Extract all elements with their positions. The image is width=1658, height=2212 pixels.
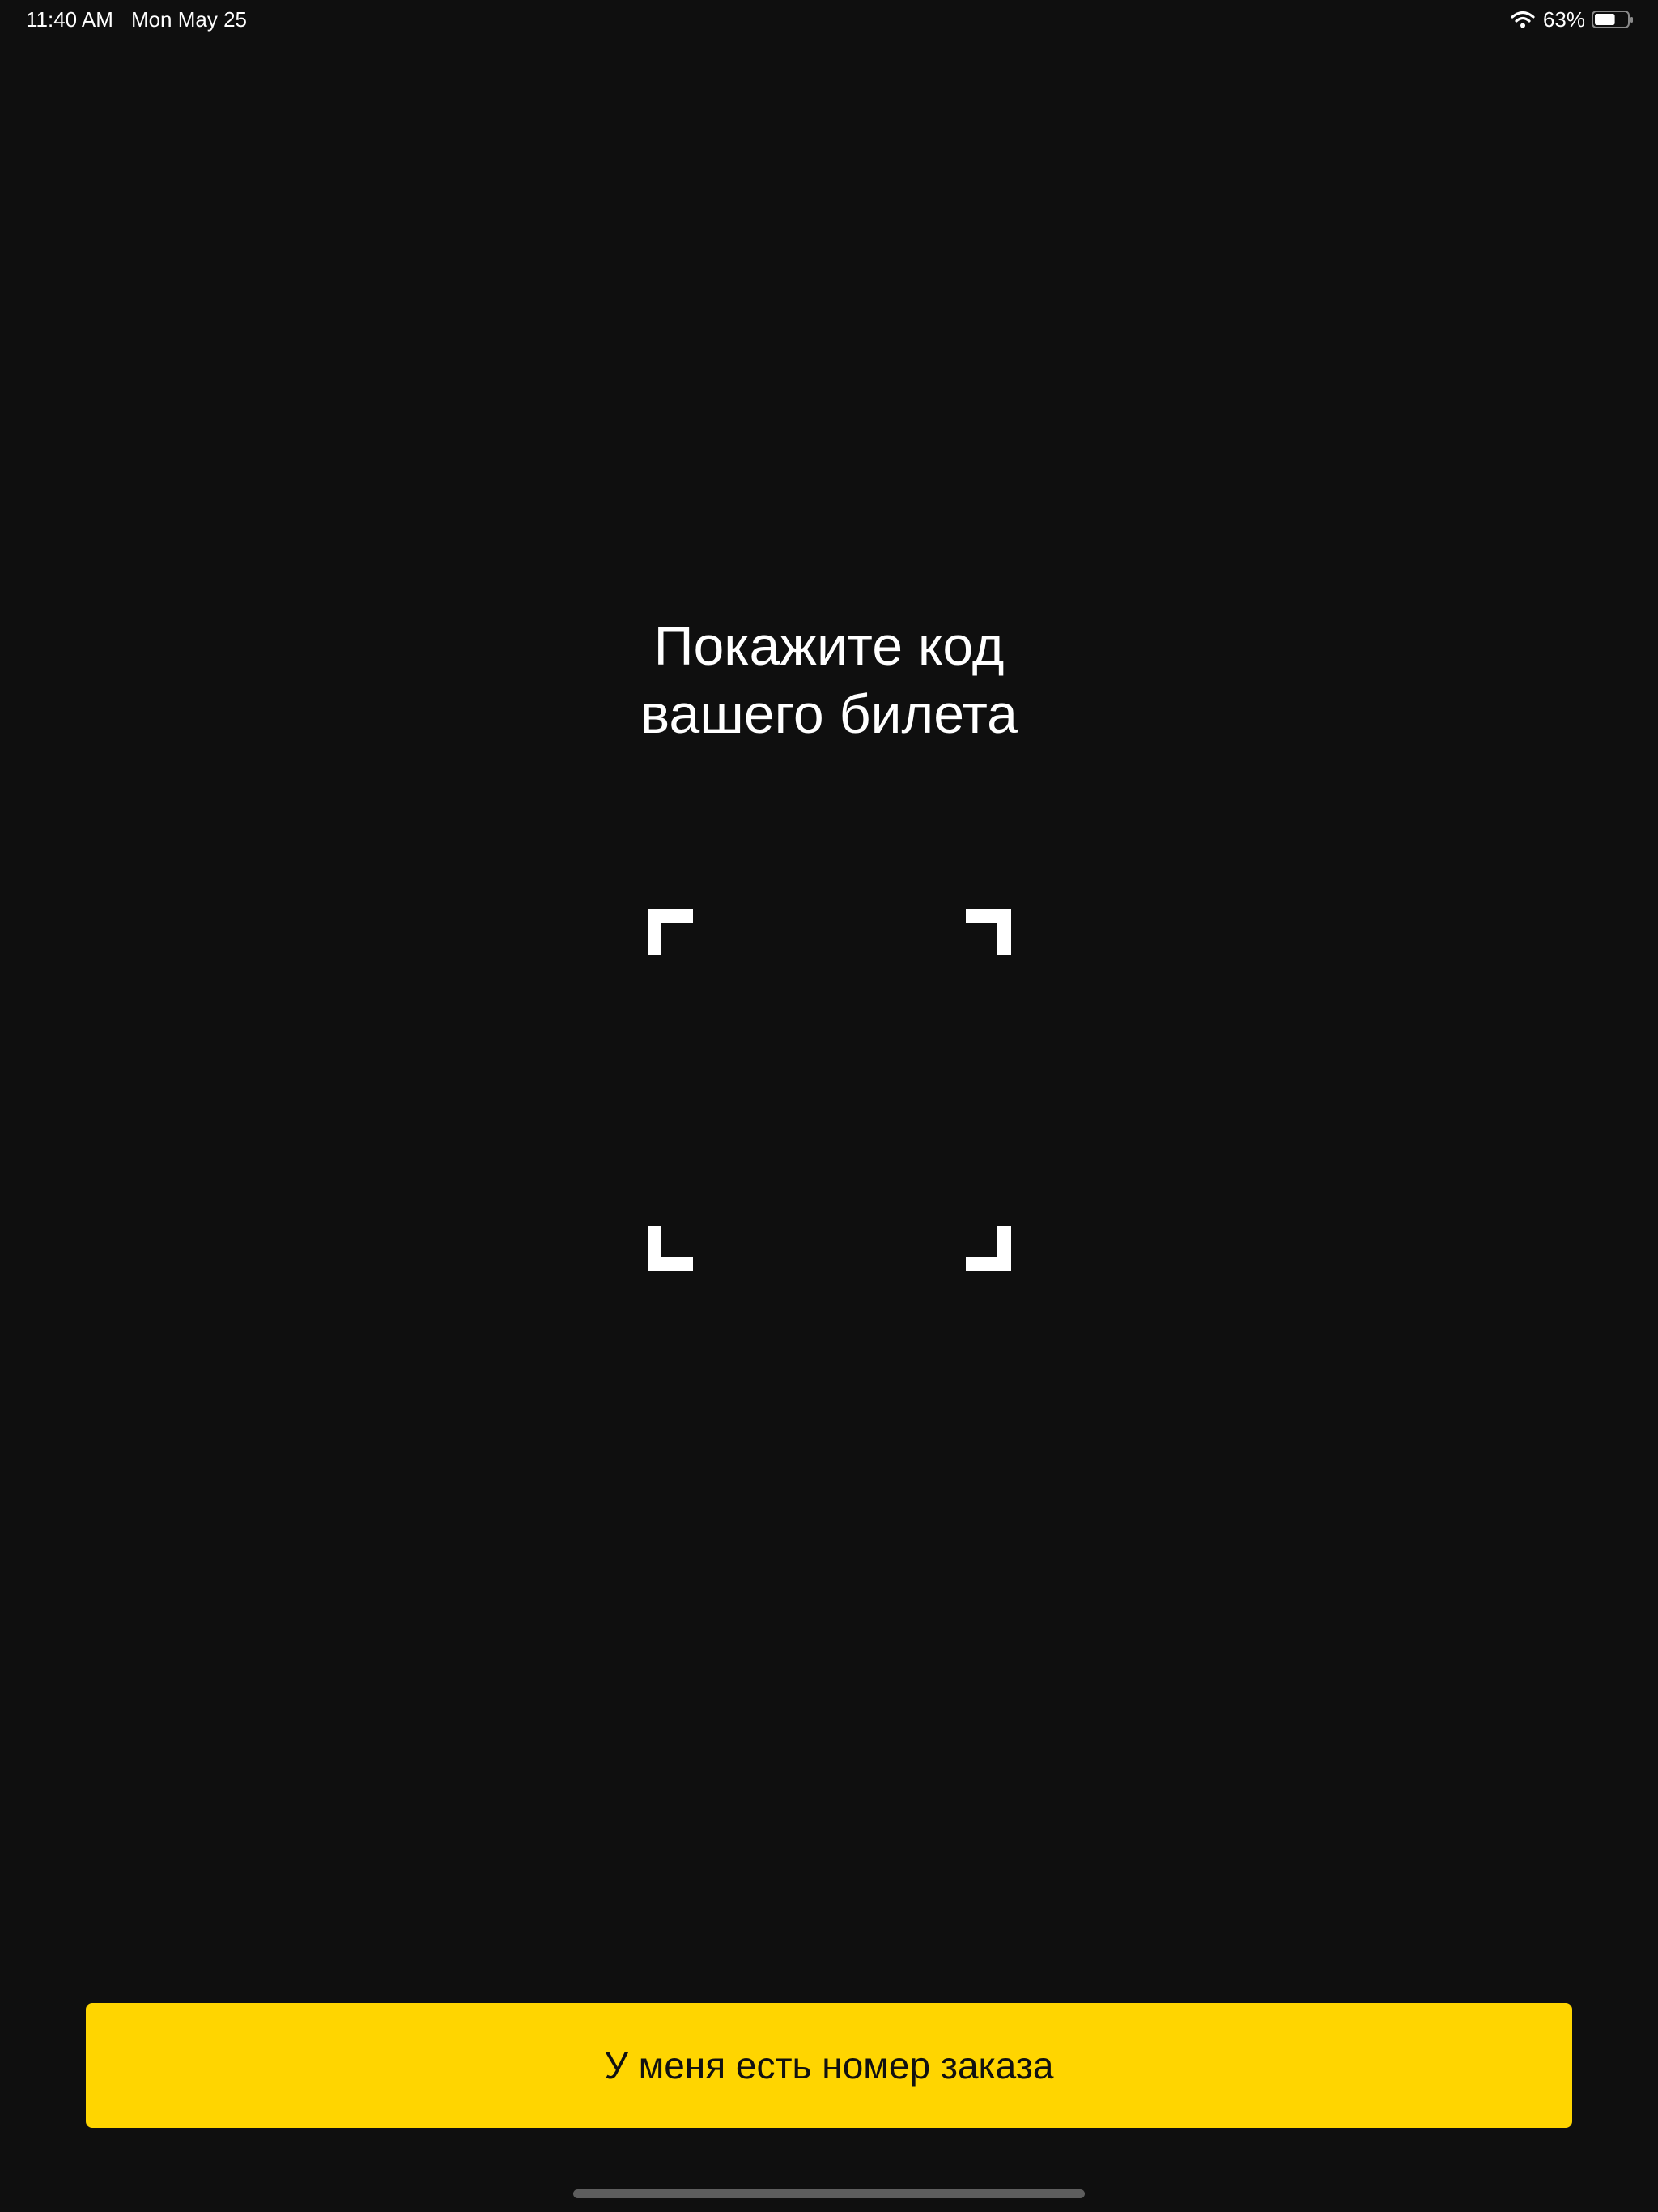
scan-corner-bottom-right [966,1226,1011,1271]
status-date: Mon May 25 [130,6,248,32]
scan-prompt: Покажите код вашего билета [0,612,1658,748]
battery-percent: 63% [1542,6,1585,32]
ticket-scan-screen: 11:40 AM Mon May 25 63% Покажите код ваш… [0,0,1658,2212]
battery-icon [1592,11,1633,28]
status-bar-right: 63% [1511,5,1634,34]
wifi-icon [1511,11,1535,28]
home-indicator[interactable] [573,2189,1085,2198]
scan-corner-bottom-left [648,1226,693,1271]
scan-prompt-line-2: вашего билета [640,683,1018,745]
order-number-button-label: У меня есть номер заказа [604,2044,1054,2087]
scan-frame-icon [648,909,1011,1271]
status-time: 11:40 AM [26,6,113,32]
order-number-button[interactable]: У меня есть номер заказа [86,2003,1572,2128]
status-bar-left: 11:40 AM Mon May 25 [26,5,247,34]
scan-prompt-line-1: Покажите код [653,615,1005,677]
scan-corner-top-left [648,909,693,955]
scan-corner-top-right [966,909,1011,955]
